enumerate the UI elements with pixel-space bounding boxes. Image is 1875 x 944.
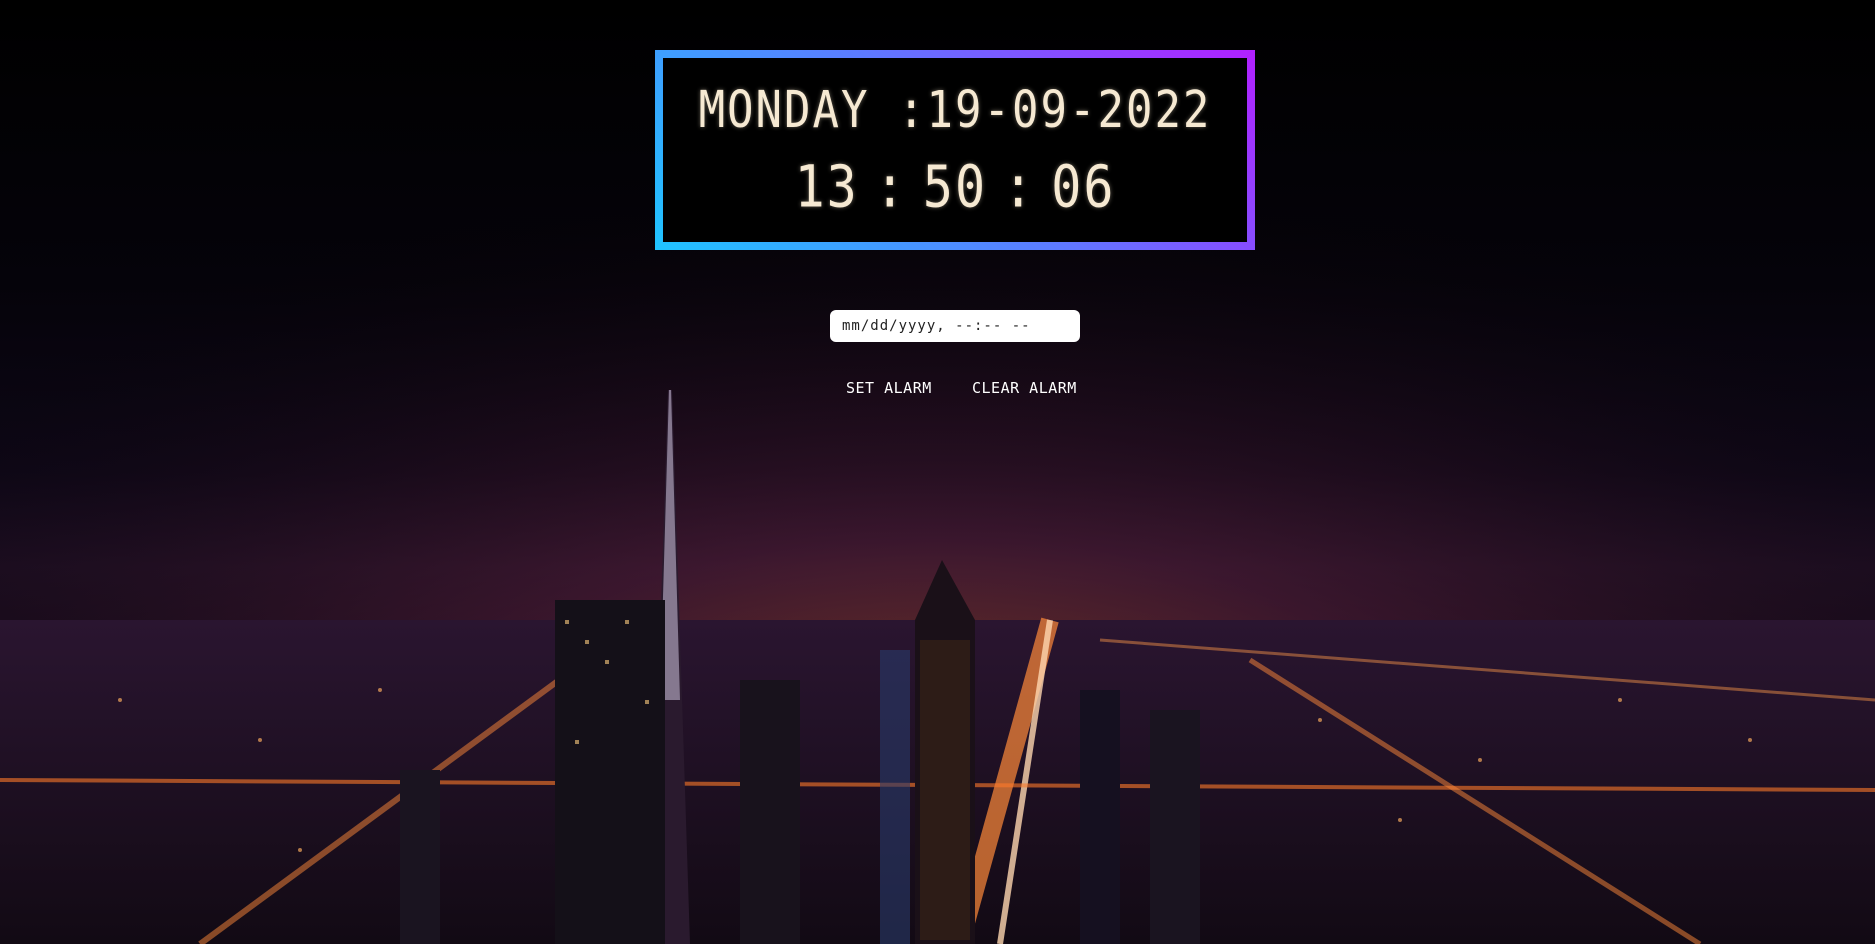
alarm-clock-page: MONDAY :19-09-2022 13:50:06 mm/dd/yyyy, … [0,0,1875,944]
clock-display-frame: MONDAY :19-09-2022 13:50:06 [655,50,1255,250]
clear-alarm-button[interactable]: Clear Alarm [968,377,1081,399]
day-name: MONDAY [698,80,870,140]
calendar-icon[interactable] [1054,319,1068,333]
hours-value: 13 [794,153,859,220]
alarm-datetime-input[interactable]: mm/dd/yyyy, --:-- -- [830,310,1080,342]
seconds-value: 06 [1051,153,1116,220]
date-readout: MONDAY :19-09-2022 [699,81,1212,140]
minutes-value: 50 [922,153,988,220]
alarm-datetime-placeholder: mm/dd/yyyy, --:-- -- [842,318,1031,334]
time-separator: : [874,153,907,220]
clock-display: MONDAY :19-09-2022 13:50:06 [663,58,1247,242]
time-readout: 13:50:06 [795,153,1116,220]
date-separator: : [898,80,927,140]
time-separator: : [1003,153,1036,220]
date-value: 19-09-2022 [926,80,1212,140]
set-alarm-button[interactable]: Set Alarm [842,377,936,399]
